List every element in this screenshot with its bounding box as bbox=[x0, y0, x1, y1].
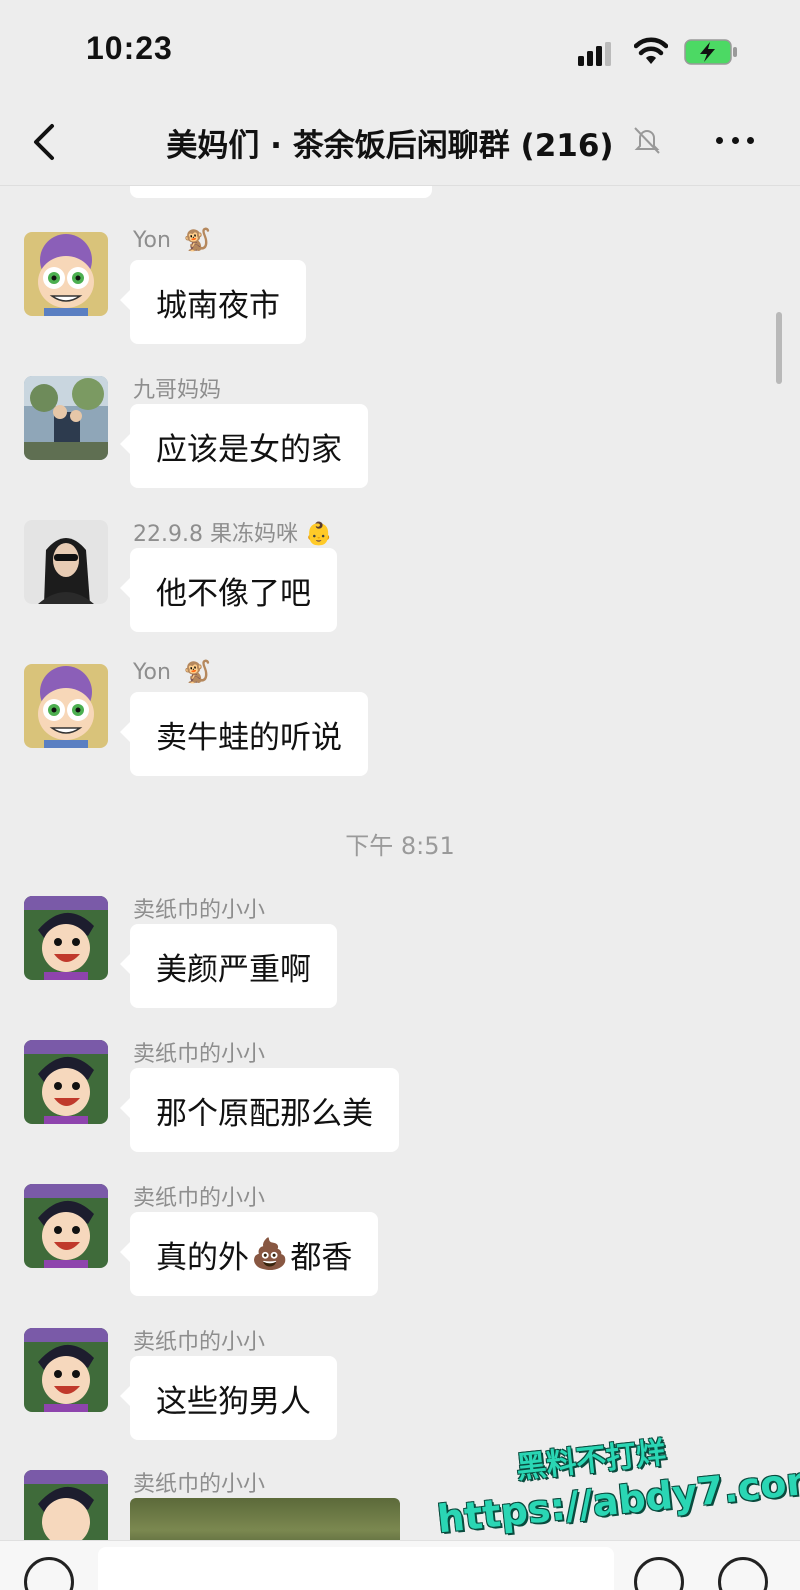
emoji-icon[interactable] bbox=[634, 1557, 684, 1590]
sender-name: Yon 🐒 bbox=[133, 660, 212, 685]
previous-message-bubble bbox=[130, 186, 432, 198]
monkey-emoji-icon: 🐒 bbox=[183, 228, 212, 253]
baby-emoji-icon: 👶 bbox=[304, 522, 333, 547]
sender-name: 卖纸巾的小小 bbox=[133, 1042, 266, 1067]
chevron-left-icon[interactable] bbox=[24, 118, 68, 166]
message-bubble[interactable]: 应该是女的家 bbox=[120, 404, 368, 488]
monkey-emoji-icon: 🐒 bbox=[183, 660, 212, 685]
cartoon-girl-avatar[interactable] bbox=[24, 664, 108, 748]
more-options-button[interactable] bbox=[712, 120, 758, 160]
chat-header: 美妈们 · 茶余饭后闲聊群 (216) bbox=[0, 100, 800, 186]
sender-name: 九哥妈妈 bbox=[133, 378, 222, 403]
wifi-icon bbox=[634, 37, 668, 64]
sender-name: 卖纸巾的小小 bbox=[133, 1472, 266, 1497]
cartoon-boy-avatar[interactable] bbox=[24, 1040, 108, 1124]
status-time: 10:23 bbox=[86, 30, 173, 66]
message-bubble[interactable]: 卖牛蛙的听说 bbox=[120, 692, 368, 776]
cartoon-boy-avatar[interactable] bbox=[24, 1328, 108, 1412]
sender-name: 卖纸巾的小小 bbox=[133, 1330, 266, 1355]
cartoon-boy-avatar[interactable] bbox=[24, 896, 108, 980]
plus-icon[interactable] bbox=[718, 1557, 768, 1590]
family-photo-avatar[interactable] bbox=[24, 376, 108, 460]
message-bubble[interactable]: 这些狗男人 bbox=[120, 1356, 337, 1440]
poop-emoji-icon: 💩 bbox=[251, 1236, 289, 1272]
message-bubble[interactable]: 那个原配那么美 bbox=[120, 1068, 399, 1152]
chat-title: 美妈们 · 茶余饭后闲聊群 (216) bbox=[166, 128, 614, 164]
message-bubble[interactable]: 真的外 💩 都香 bbox=[119, 1212, 379, 1296]
more-dots-icon bbox=[716, 136, 723, 144]
message-bubble[interactable]: 美颜严重啊 bbox=[120, 924, 337, 1008]
bell-muted-icon bbox=[634, 127, 660, 154]
voice-icon[interactable] bbox=[24, 1557, 74, 1590]
cartoon-boy-avatar[interactable] bbox=[24, 1184, 108, 1268]
sender-name: Yon 🐒 bbox=[133, 228, 212, 253]
cellular-signal-icon bbox=[578, 42, 611, 66]
woman-sunglasses-avatar[interactable] bbox=[24, 520, 108, 604]
sender-name: 卖纸巾的小小 bbox=[133, 898, 266, 923]
scrollbar[interactable] bbox=[776, 312, 782, 384]
battery-charging-icon bbox=[684, 39, 737, 65]
message-bubble[interactable]: 城南夜市 bbox=[120, 260, 306, 344]
sender-name: 卖纸巾的小小 bbox=[133, 1186, 266, 1211]
cartoon-girl-avatar[interactable] bbox=[24, 232, 108, 316]
message-timestamp: 下午 8:51 bbox=[345, 832, 455, 860]
status-bar: 10:23 bbox=[0, 0, 800, 100]
sender-name: 22.9.8 果冻妈咪 👶 bbox=[133, 522, 333, 547]
message-bubble[interactable]: 他不像了吧 bbox=[120, 548, 337, 632]
input-bar bbox=[0, 1540, 800, 1590]
